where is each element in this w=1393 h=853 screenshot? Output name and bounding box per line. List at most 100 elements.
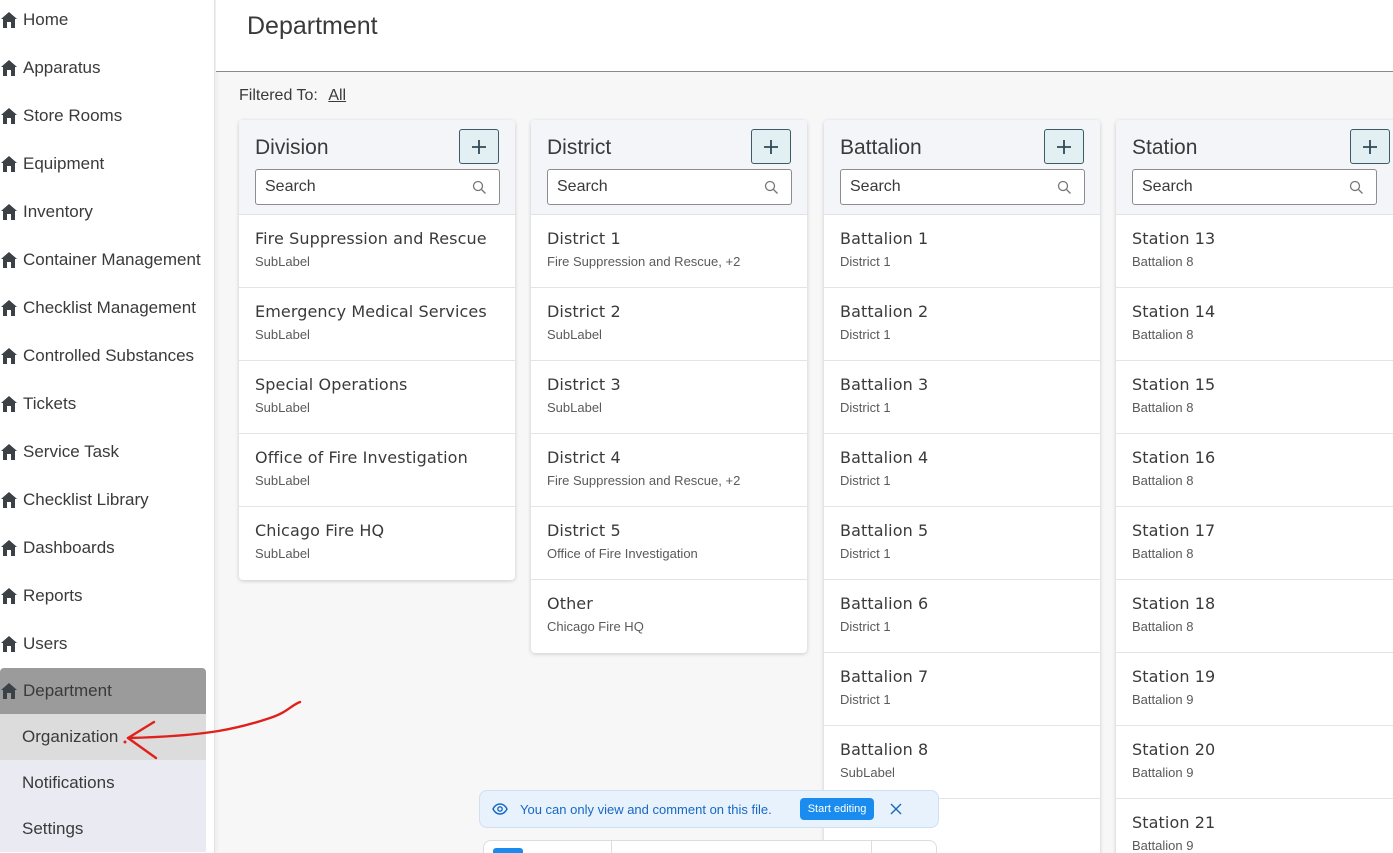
item-label: Battalion 3 [840, 375, 929, 394]
sidebar-subitem-organization[interactable]: Organization [0, 714, 206, 760]
column-title: Battalion [840, 136, 922, 159]
sidebar-item-equipment[interactable]: Equipment [0, 140, 215, 188]
item-label: Other [547, 594, 593, 613]
plus-icon [1057, 139, 1071, 154]
item-sublabel: Fire Suppression and Rescue, +2 [547, 254, 741, 269]
item-sublabel: Battalion 8 [1132, 473, 1194, 488]
list-item[interactable]: District 4 Fire Suppression and Rescue, +… [531, 434, 807, 507]
list-item[interactable]: Station 13 Battalion 8 [1116, 215, 1393, 288]
list-item[interactable]: Office of Fire Investigation SubLabel [239, 434, 515, 507]
list-item[interactable]: Battalion 3 District 1 [824, 361, 1100, 434]
sidebar-item-controlled-substances[interactable]: Controlled Substances [0, 332, 215, 380]
sidebar-item-dashboards[interactable]: Dashboards [0, 524, 215, 572]
list-item[interactable]: Battalion 1 District 1 [824, 215, 1100, 288]
item-label: District 1 [547, 229, 621, 248]
sidebar-item-apparatus[interactable]: Apparatus [0, 44, 215, 92]
list-item[interactable]: Battalion 4 District 1 [824, 434, 1100, 507]
search-field [1132, 169, 1377, 205]
toolbar-active-tool[interactable] [493, 848, 523, 853]
list-item[interactable]: Special Operations SubLabel [239, 361, 515, 434]
item-label: Office of Fire Investigation [255, 448, 468, 467]
item-sublabel: Chicago Fire HQ [547, 619, 644, 634]
add-button[interactable] [1350, 129, 1390, 164]
home-icon [0, 491, 18, 509]
home-icon [0, 395, 18, 413]
toolbar-divider [871, 841, 872, 853]
sidebar-item-checklist-management[interactable]: Checklist Management [0, 284, 215, 332]
item-label: Battalion 5 [840, 521, 929, 540]
toast-message: You can only view and comment on this fi… [520, 801, 772, 817]
item-sublabel: Fire Suppression and Rescue, +2 [547, 473, 741, 488]
add-button[interactable] [459, 129, 499, 164]
list-item[interactable]: Station 16 Battalion 8 [1116, 434, 1393, 507]
item-label: District 5 [547, 521, 621, 540]
sidebar-item-label: Inventory [23, 202, 93, 221]
home-icon [0, 682, 23, 700]
list-item[interactable]: District 2 SubLabel [531, 288, 807, 361]
list-item[interactable]: Station 20 Battalion 9 [1116, 726, 1393, 799]
sidebar-item-label: Container Management [23, 250, 201, 269]
item-sublabel: SubLabel [255, 400, 310, 415]
close-icon[interactable] [890, 803, 902, 815]
sidebar-subitem-label: Notifications [22, 773, 115, 792]
item-sublabel: District 1 [840, 254, 891, 269]
list-item[interactable]: Battalion 6 District 1 [824, 580, 1100, 653]
sidebar-item-users[interactable]: Users [0, 620, 215, 668]
list-item[interactable]: Station 15 Battalion 8 [1116, 361, 1393, 434]
item-label: Special Operations [255, 375, 408, 394]
add-button[interactable] [751, 129, 791, 164]
list-item[interactable]: Other Chicago Fire HQ [531, 580, 807, 653]
search-input[interactable] [548, 170, 748, 204]
list-item[interactable]: Battalion 8 SubLabel [824, 726, 1100, 799]
district-column: District District 1 Fire Suppression and R… [531, 120, 807, 653]
page-title: Department [247, 12, 378, 40]
item-sublabel: District 1 [840, 400, 891, 415]
list-item[interactable]: District 5 Office of Fire Investigation [531, 507, 807, 580]
list-item[interactable]: Emergency Medical Services SubLabel [239, 288, 515, 361]
list-item[interactable]: Station 17 Battalion 8 [1116, 507, 1393, 580]
list-item[interactable]: District 3 SubLabel [531, 361, 807, 434]
battalion-column: BattalionBattalion 1District 1Battalion … [824, 120, 1100, 853]
filter-label: Filtered To: [239, 87, 318, 104]
list-item[interactable]: District 1 Fire Suppression and Rescue, +… [531, 215, 807, 288]
column-title: District [547, 136, 612, 159]
list-item[interactable]: Battalion 7 District 1 [824, 653, 1100, 726]
item-label: Station 15 [1132, 375, 1216, 394]
item-label: Battalion 6 [840, 594, 929, 613]
filter-value-link[interactable]: All [328, 87, 346, 104]
item-sublabel: District 1 [840, 619, 891, 634]
sidebar-item-home[interactable]: Home [0, 0, 215, 44]
column-header: Division [239, 120, 515, 215]
sidebar-item-label: Store Rooms [23, 106, 123, 125]
sidebar-item-store-rooms[interactable]: Store Rooms [0, 92, 215, 140]
plus-icon [1363, 139, 1377, 154]
home-icon [0, 539, 18, 557]
list-item[interactable]: Station 21 Battalion 9 [1116, 799, 1393, 853]
list-item[interactable]: Station 14 Battalion 8 [1116, 288, 1393, 361]
list-item[interactable]: Battalion 2 District 1 [824, 288, 1100, 361]
list-item[interactable]: Station 19 Battalion 9 [1116, 653, 1393, 726]
list-item[interactable]: Battalion 5 District 1 [824, 507, 1100, 580]
sidebar-item-label: Controlled Substances [23, 346, 195, 365]
home-icon [0, 299, 18, 317]
add-button[interactable] [1044, 129, 1084, 164]
sidebar-item-label: Dashboards [23, 538, 115, 557]
sidebar-subitem-settings[interactable]: Settings [0, 806, 206, 852]
list-item[interactable]: Fire Suppression and Rescue SubLabel [239, 215, 515, 288]
sidebar-item-reports[interactable]: Reports [0, 572, 215, 620]
list-item[interactable]: Chicago Fire HQ SubLabel [239, 507, 515, 580]
start-editing-button[interactable]: Start editing [799, 798, 875, 820]
item-sublabel: Battalion 8 [1132, 254, 1194, 269]
sidebar-item-container-management[interactable]: Container Management [0, 236, 215, 284]
search-icon [1349, 180, 1363, 194]
sidebar-item-service-task[interactable]: Service Task [0, 428, 215, 476]
sidebar-subitem-notifications[interactable]: Notifications [0, 760, 206, 806]
search-input[interactable] [256, 170, 456, 204]
sidebar-item-tickets[interactable]: Tickets [0, 380, 215, 428]
list-item[interactable]: Station 18 Battalion 8 [1116, 580, 1393, 653]
sidebar-item-department[interactable]: Department [0, 668, 206, 714]
sidebar-item-checklist-library[interactable]: Checklist Library [0, 476, 215, 524]
sidebar-item-inventory[interactable]: Inventory [0, 188, 215, 236]
search-input[interactable] [1133, 170, 1333, 204]
search-input[interactable] [841, 170, 1041, 204]
